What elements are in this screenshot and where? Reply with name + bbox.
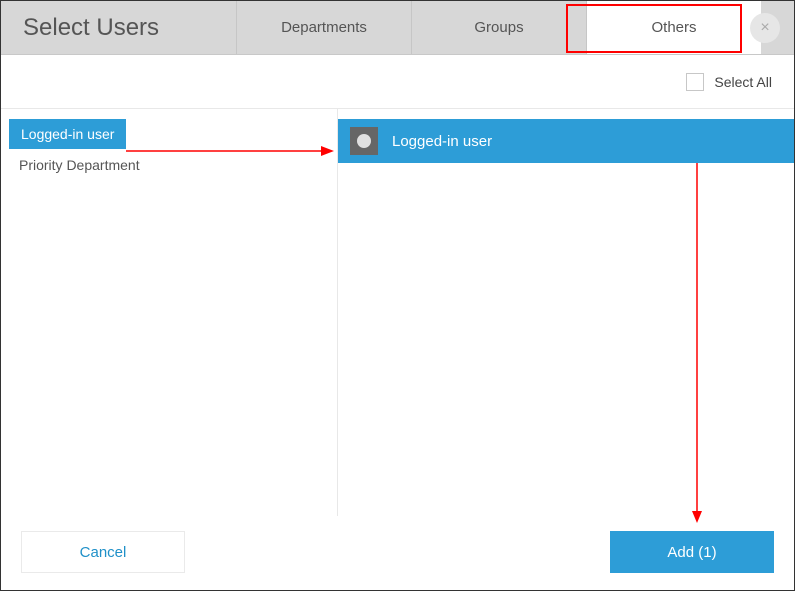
dialog-title: Select Users xyxy=(1,1,236,54)
close-button[interactable]: × xyxy=(750,13,780,43)
tab-others[interactable]: Others xyxy=(586,1,761,54)
cancel-button[interactable]: Cancel xyxy=(21,531,185,573)
avatar-dot-icon xyxy=(357,134,371,148)
content-area: Logged-in user Priority Department Logge… xyxy=(1,109,794,516)
dialog-header: Select Users Departments Groups Others × xyxy=(1,1,794,55)
select-all-checkbox[interactable] xyxy=(686,73,704,91)
tab-bar: Departments Groups Others xyxy=(236,1,794,54)
left-item-logged-in-user[interactable]: Logged-in user xyxy=(9,119,126,149)
user-label: Logged-in user xyxy=(392,133,492,150)
avatar-icon xyxy=(350,127,378,155)
tab-groups[interactable]: Groups xyxy=(411,1,586,54)
user-row-logged-in-user[interactable]: Logged-in user xyxy=(338,119,794,163)
left-pane: Logged-in user Priority Department xyxy=(1,109,338,516)
left-item-priority-department[interactable]: Priority Department xyxy=(1,149,337,181)
dialog-footer: Cancel Add (1) xyxy=(1,514,794,590)
right-pane: Logged-in user xyxy=(338,109,794,516)
close-icon: × xyxy=(760,19,769,37)
toolbar: Select All xyxy=(1,55,794,109)
add-button[interactable]: Add (1) xyxy=(610,531,774,573)
tab-departments[interactable]: Departments xyxy=(236,1,411,54)
select-all-label: Select All xyxy=(714,74,772,90)
